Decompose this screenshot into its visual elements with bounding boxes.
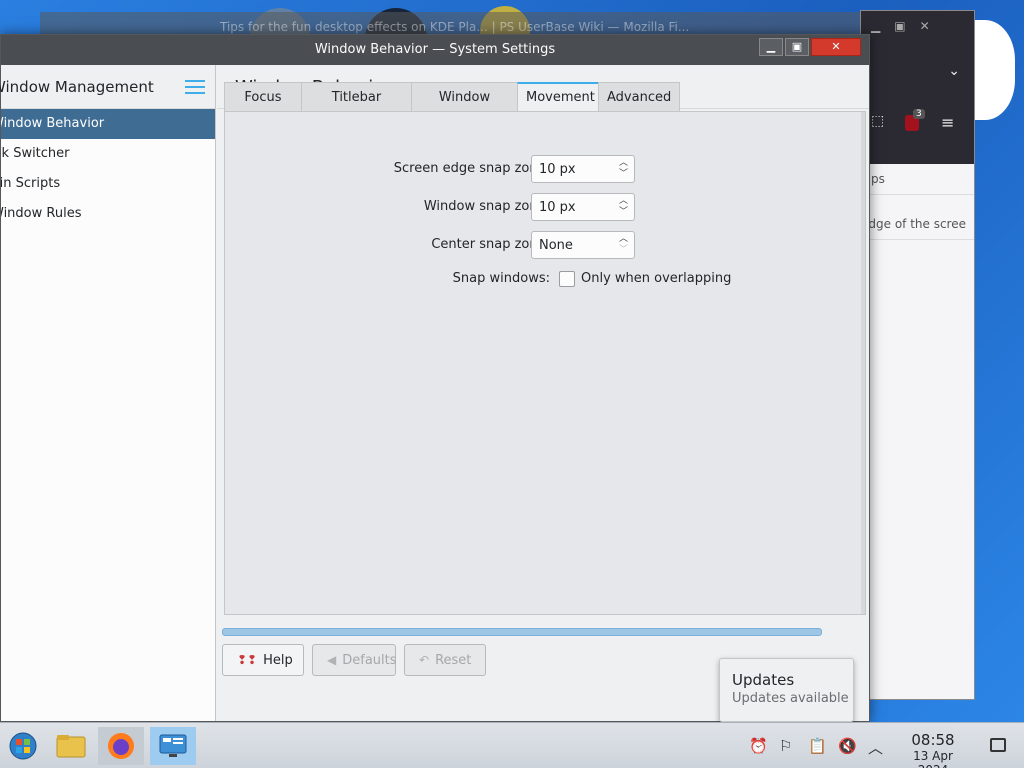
badge-count: 3	[913, 109, 925, 119]
page-text-fragment: ps	[861, 164, 974, 195]
spin-arrows-icon[interactable]: ︿ ﹀	[619, 196, 628, 218]
page-text-fragment: edge of the scree	[861, 195, 974, 240]
window-titlebar[interactable]: Window Behavior — System Settings ▁ ▣ ✕	[1, 35, 869, 65]
center-snap-row: Center snap zone: None ︿ ﹀	[225, 231, 865, 259]
screen-edge-row: Screen edge snap zone: 10 px ︿ ﹀	[225, 155, 865, 183]
volume-muted-icon[interactable]: 🔇	[838, 737, 857, 755]
minimize-icon[interactable]: ▁	[871, 19, 880, 33]
bottom-button-bar: ❢❢ Help ◀ Defaults ↶ Reset	[222, 644, 486, 676]
chevron-up-icon[interactable]: ︿	[868, 737, 883, 758]
close-icon[interactable]: ✕	[920, 19, 930, 33]
spinbox-value: 10 px	[539, 162, 576, 177]
window-snap-row: Window snap zone: 10 px ︿ ﹀	[225, 193, 865, 221]
chevron-down-icon[interactable]: ⌄	[948, 63, 960, 79]
network-icon[interactable]: ⚐	[779, 737, 792, 755]
screen-edge-spinbox[interactable]: 10 px ︿ ﹀	[531, 155, 635, 183]
extensions-icon[interactable]: ⬚	[871, 113, 884, 129]
firefox-icon	[108, 733, 134, 759]
maximize-icon[interactable]: ▣	[894, 19, 905, 33]
show-desktop-icon[interactable]	[990, 738, 1006, 752]
file-manager-task[interactable]	[48, 727, 94, 765]
spinbox-value: None	[539, 238, 573, 253]
sidebar: Window Management Window Behavior Task S…	[0, 65, 216, 721]
reset-icon: ↶	[419, 653, 430, 667]
start-orb-icon	[9, 732, 37, 760]
sidebar-item-kwin-scripts[interactable]: KWin Scripts	[1, 169, 215, 199]
start-menu-button[interactable]	[0, 727, 46, 765]
sidebar-item-task-switcher[interactable]: Task Switcher	[1, 139, 215, 169]
window-snap-spinbox[interactable]: 10 px ︿ ﹀	[531, 193, 635, 221]
taskbar: ⏰ ⚐ 📋 🔇 ︿ 08:58 13 Apr 2024	[0, 722, 1024, 768]
sidebar-header: Window Management	[0, 65, 215, 109]
snap-windows-label: Snap windows:	[452, 271, 550, 286]
center-snap-spinbox[interactable]: None ︿ ﹀	[531, 231, 635, 259]
clipboard-icon[interactable]: 📋	[808, 737, 827, 755]
spinbox-value: 10 px	[539, 200, 576, 215]
help-icon: ❢❢	[237, 653, 258, 667]
tab-window-actions[interactable]: Window Actions	[411, 82, 518, 134]
screen-edge-label: Screen edge snap zone:	[393, 161, 550, 176]
tab-titlebar-actions[interactable]: Titlebar Actions	[301, 82, 412, 134]
minimize-button[interactable]: ▁	[759, 38, 783, 56]
tab-focus[interactable]: Focus	[224, 82, 302, 111]
clock-date: 13 Apr 2024	[913, 749, 953, 768]
spin-arrows-icon[interactable]: ︿ ﹀	[619, 158, 628, 180]
notification-title: Updates	[732, 671, 795, 689]
firefox-task[interactable]	[98, 727, 144, 765]
system-settings-task[interactable]	[150, 727, 196, 765]
hamburger-menu-icon[interactable]: ≡	[941, 113, 954, 132]
tab-bar: Focus Titlebar Actions Window Actions Mo…	[224, 82, 680, 134]
defaults-button[interactable]: ◀ Defaults	[312, 644, 397, 676]
alarm-icon[interactable]: ⏰	[749, 737, 768, 755]
sidebar-title: Window Management	[0, 78, 154, 96]
clock[interactable]: 08:58 13 Apr 2024	[896, 731, 970, 768]
progress-bar	[222, 628, 822, 636]
tab-movement[interactable]: Movement	[517, 82, 599, 112]
window-title: Window Behavior — System Settings	[314, 42, 556, 57]
system-settings-icon	[159, 734, 187, 757]
snap-windows-checkbox[interactable]	[559, 271, 575, 287]
close-button[interactable]: ✕	[811, 38, 861, 56]
scrollbar[interactable]	[861, 112, 865, 614]
hamburger-menu-icon[interactable]	[185, 80, 205, 98]
notification-body: Updates available	[732, 691, 849, 706]
maximize-button[interactable]: ▣	[785, 38, 809, 56]
updates-notification[interactable]: Updates Updates available	[719, 658, 854, 722]
help-button[interactable]: ❢❢ Help	[222, 644, 304, 676]
defaults-button-label: Defaults	[342, 653, 397, 668]
movement-panel: Screen edge snap zone: 10 px ︿ ﹀ Window s…	[224, 111, 866, 615]
sidebar-item-window-rules[interactable]: Window Rules	[1, 199, 215, 229]
reset-button[interactable]: ↶ Reset	[404, 644, 486, 676]
snap-windows-option-label[interactable]: Only when overlapping	[581, 271, 731, 286]
reset-button-label: Reset	[435, 653, 472, 668]
help-button-label: Help	[263, 653, 293, 668]
spin-arrows-icon[interactable]: ︿ ﹀	[619, 234, 628, 256]
defaults-icon: ◀	[327, 653, 337, 667]
folder-icon	[56, 735, 86, 758]
clock-time: 08:58	[911, 731, 955, 749]
background-browser-window[interactable]: ▁ ▣ ✕ ⌄ ⬚ 3 ≡ ps edge of the scree	[860, 10, 975, 700]
tab-advanced[interactable]: Advanced	[598, 82, 680, 111]
sidebar-item-window-behavior[interactable]: Window Behavior	[1, 109, 215, 139]
snap-windows-row: Snap windows: Only when overlapping	[225, 265, 865, 293]
